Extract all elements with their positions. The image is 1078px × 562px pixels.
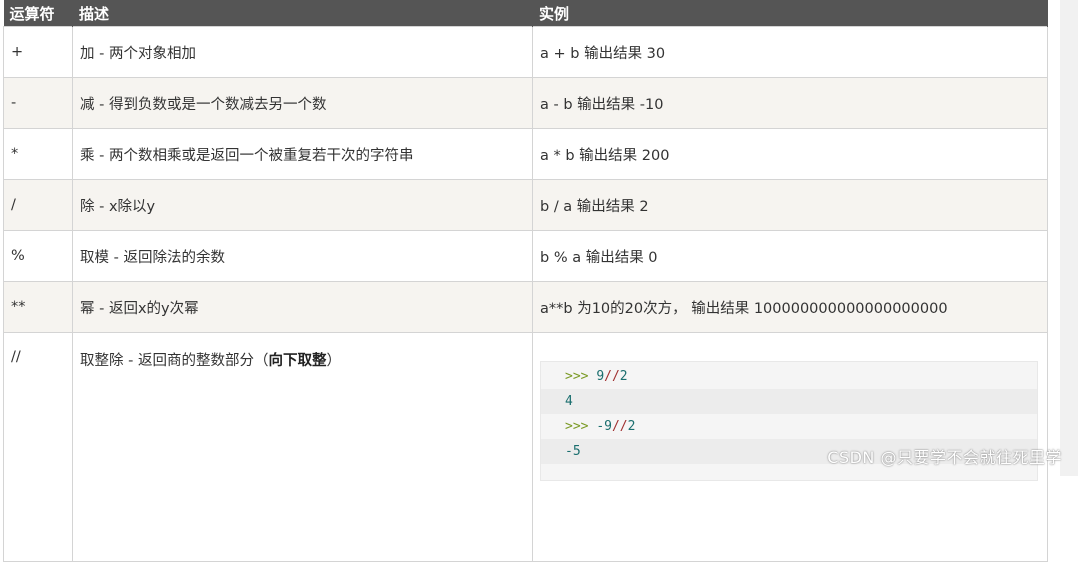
description-cell: 乘 - 两个数相乘或是返回一个被重复若干次的字符串 [72, 128, 533, 180]
operator-table: 运算符 描述 实例 + 加 - 两个对象相加 a + b 输出结果 30 - 减… [3, 0, 1048, 562]
description-cell: 取整除 - 返回商的整数部分（向下取整） [72, 332, 533, 562]
code-line: >>> 9//2 [541, 364, 1037, 389]
operator-cell: % [3, 230, 73, 282]
table-row: - 减 - 得到负数或是一个数减去另一个数 a - b 输出结果 -10 [3, 77, 1048, 129]
description-prefix: 取整除 - 返回商的整数部分（ [80, 353, 269, 369]
table-row: * 乘 - 两个数相乘或是返回一个被重复若干次的字符串 a * b 输出结果 2… [3, 128, 1048, 180]
example-cell: a * b 输出结果 200 [532, 128, 1048, 180]
csdn-watermark: CSDN @只要学不会就往死里学 [827, 448, 1062, 467]
code-operator: // [611, 419, 628, 434]
code-prompt: >>> [565, 419, 597, 434]
code-output: 4 [565, 394, 573, 409]
description-cell: 减 - 得到负数或是一个数减去另一个数 [72, 77, 533, 129]
header-description: 描述 [72, 0, 533, 27]
description-cell: 除 - x除以y [72, 179, 533, 231]
table-row: % 取模 - 返回除法的余数 b % a 输出结果 0 [3, 230, 1048, 282]
operator-cell: // [3, 332, 73, 562]
code-number: 2 [627, 419, 636, 434]
table-header-row: 运算符 描述 实例 [3, 0, 1048, 27]
code-prompt: >>> [565, 369, 597, 384]
operator-cell: - [3, 77, 73, 129]
example-cell: a + b 输出结果 30 [532, 26, 1048, 78]
operator-cell: * [3, 128, 73, 180]
description-cell: 加 - 两个对象相加 [72, 26, 533, 78]
example-cell: a - b 输出结果 -10 [532, 77, 1048, 129]
description-cell: 取模 - 返回除法的余数 [72, 230, 533, 282]
example-cell: a**b 为10的20次方， 输出结果 10000000000000000000… [532, 281, 1048, 333]
code-output: -5 [565, 444, 581, 459]
example-cell: b / a 输出结果 2 [532, 179, 1048, 231]
operator-cell: ** [3, 281, 73, 333]
code-operator: // [604, 369, 620, 384]
table-row: ** 幂 - 返回x的y次幂 a**b 为10的20次方， 输出结果 10000… [3, 281, 1048, 333]
table-row: / 除 - x除以y b / a 输出结果 2 [3, 179, 1048, 231]
code-line: 4 [541, 389, 1037, 414]
code-number: 9 [596, 369, 605, 384]
operator-cell: + [3, 26, 73, 78]
code-line: >>> -9//2 [541, 414, 1037, 439]
document-area: 运算符 描述 实例 + 加 - 两个对象相加 a + b 输出结果 30 - 减… [0, 0, 1057, 562]
example-cell: b % a 输出结果 0 [532, 230, 1048, 282]
description-cell: 幂 - 返回x的y次幂 [72, 281, 533, 333]
code-number: -9 [596, 419, 612, 434]
operator-cell: / [3, 179, 73, 231]
description-suffix: ） [326, 353, 341, 369]
vertical-scrollbar[interactable] [1060, 0, 1078, 476]
header-example: 实例 [532, 0, 1048, 27]
table-row: + 加 - 两个对象相加 a + b 输出结果 30 [3, 26, 1048, 78]
header-operator: 运算符 [3, 0, 73, 27]
code-number: 2 [619, 369, 628, 384]
description-bold: 向下取整 [268, 353, 327, 369]
